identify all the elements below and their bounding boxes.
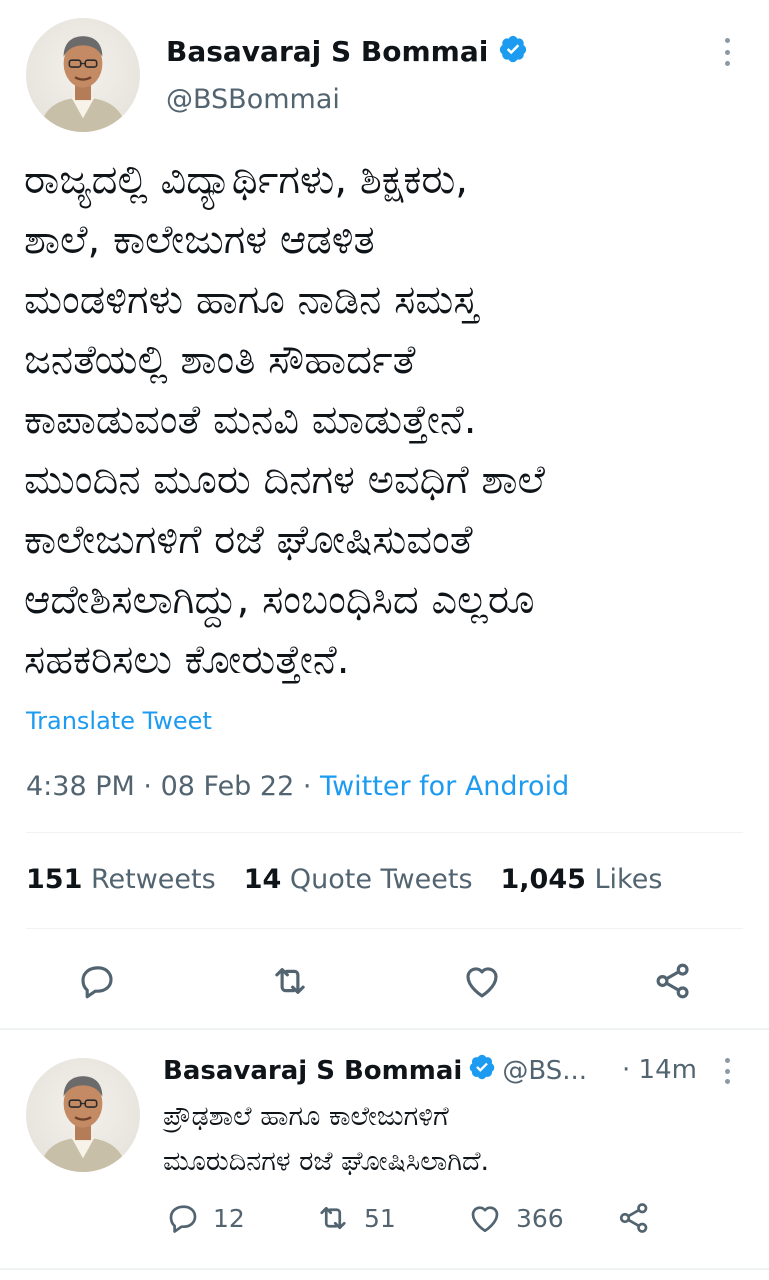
divider	[26, 928, 743, 929]
tweet-source-link[interactable]: Twitter for Android	[320, 771, 569, 802]
divider	[26, 832, 743, 833]
more-options-icon[interactable]	[722, 1058, 732, 1084]
reply-tweet-text: ಪ್ರೌಢಶಾಲೆ ಹಾಗೂ ಕಾಲೇಜುಗಳಿಗೆ ಮೂರುದಿನಗಳ ರಜೆ…	[163, 1094, 743, 1184]
retweet-icon	[320, 1206, 346, 1230]
verified-badge-icon	[468, 1053, 496, 1088]
translate-tweet-link[interactable]: Translate Tweet	[26, 707, 212, 735]
reply-time-ago[interactable]: · 14m	[622, 1055, 697, 1085]
more-options-icon[interactable]	[722, 38, 732, 66]
reply-author-name[interactable]: Basavaraj S Bommai	[163, 1056, 462, 1086]
tweet-time[interactable]: 4:38 PM	[26, 771, 135, 802]
like-count: 366	[516, 1203, 564, 1233]
tweet-date[interactable]: 08 Feb 22	[161, 771, 295, 802]
bottom-divider	[0, 1268, 769, 1270]
verified-badge-icon	[498, 34, 528, 68]
tweet-text-line: ಸಹಕರಿಸಲು ಕೋರುತ್ತೇನೆ.	[24, 637, 350, 683]
separator-dot: ·	[302, 771, 312, 802]
tweet-text-line: ಕಾಲೇಜುಗಳಿಗೆ ರಜೆ ಘೋಷಿಸುವಂತೆ	[24, 517, 473, 563]
share-icon[interactable]	[652, 960, 694, 1002]
tweet-text-line: ರಾಜ್ಯದಲ್ಲಿ ವಿದ್ಯಾರ್ಥಿಗಳು, ಶಿಕ್ಷಕರು,	[24, 157, 469, 203]
author-name[interactable]: Basavaraj S Bommai	[166, 35, 488, 68]
quotes-label: Quote Tweets	[289, 864, 473, 895]
tweet-text-line: ಕಾಪಾಡುವಂತೆ ಮನವಿ ಮಾಡುತ್ತೇನೆ.	[24, 397, 477, 443]
tweet-text-line: ಜನತೆಯಲ್ಲಿ ಶಾಂತಿ ಸೌಹಾರ್ದತೆ	[24, 337, 416, 383]
quotes-count: 14	[243, 864, 282, 895]
author-handle[interactable]: @BSBommai	[166, 84, 340, 115]
retweet-count: 51	[364, 1203, 396, 1233]
tweet-text: ರಾಜ್ಯದಲ್ಲಿ ವಿದ್ಯಾರ್ಥಿಗಳು, ಶಿಕ್ಷಕರು, ಶಾಲೆ…	[24, 150, 754, 690]
section-separator	[0, 1028, 769, 1030]
retweets-label: Retweets	[90, 864, 216, 895]
tweet-text-line: ಮಂಡಳಿಗಳು ಹಾಗೂ ನಾಡಿನ ಸಮಸ್ತ	[24, 277, 478, 323]
tweet-text-line: ಮುಂದಿನ ಮೂರು ದಿನಗಳ ಅವಧಿಗೆ ಶಾಲೆ	[24, 457, 545, 503]
avatar-photo	[39, 36, 127, 132]
author-avatar[interactable]	[26, 18, 140, 132]
reply-text-line: ಮೂರುದಿನಗಳ ರಜೆ ಘೋಷಿಸಿಲಾಗಿದೆ.	[163, 1146, 490, 1177]
reply-retweet-button[interactable]: 51	[314, 1200, 396, 1236]
like-icon[interactable]	[460, 960, 504, 1002]
reply-icon	[169, 1205, 197, 1233]
reply-count: 12	[213, 1203, 245, 1233]
share-icon	[619, 1203, 648, 1233]
like-icon	[471, 1206, 499, 1233]
retweets-count: 151	[26, 864, 83, 895]
tweet-text-line: ಶಾಲೆ, ಕಾಲೇಜುಗಳ ಆಡಳಿತ	[24, 217, 375, 263]
tweet-text-line: ಆದೇಶಿಸಲಾಗಿದ್ದು, ಸಂಬಂಧಿಸಿದ ಎಲ್ಲರೂ	[24, 577, 535, 623]
likes-count: 1,045	[500, 864, 586, 895]
reply-text-line: ಪ್ರೌಢಶಾಲೆ ಹಾಗೂ ಕಾಲೇಜುಗಳಿಗೆ	[163, 1101, 449, 1132]
reply-share-button[interactable]	[616, 1200, 652, 1236]
quotes-stat[interactable]: 14 Quote Tweets	[244, 864, 473, 895]
likes-stat[interactable]: 1,045 Likes	[501, 864, 663, 895]
likes-label: Likes	[594, 864, 663, 895]
reply-author-avatar[interactable]	[26, 1058, 140, 1172]
separator-dot: ·	[143, 771, 152, 802]
avatar-photo	[39, 1076, 127, 1172]
reply-icon[interactable]	[76, 960, 118, 1002]
reply-author-handle[interactable]: @BS...	[502, 1056, 587, 1086]
retweets-stat[interactable]: 151 Retweets	[26, 864, 216, 895]
reply-like-button[interactable]: 366	[466, 1200, 564, 1236]
retweet-icon[interactable]	[268, 960, 312, 1002]
reply-reply-button[interactable]: 12	[165, 1200, 245, 1236]
